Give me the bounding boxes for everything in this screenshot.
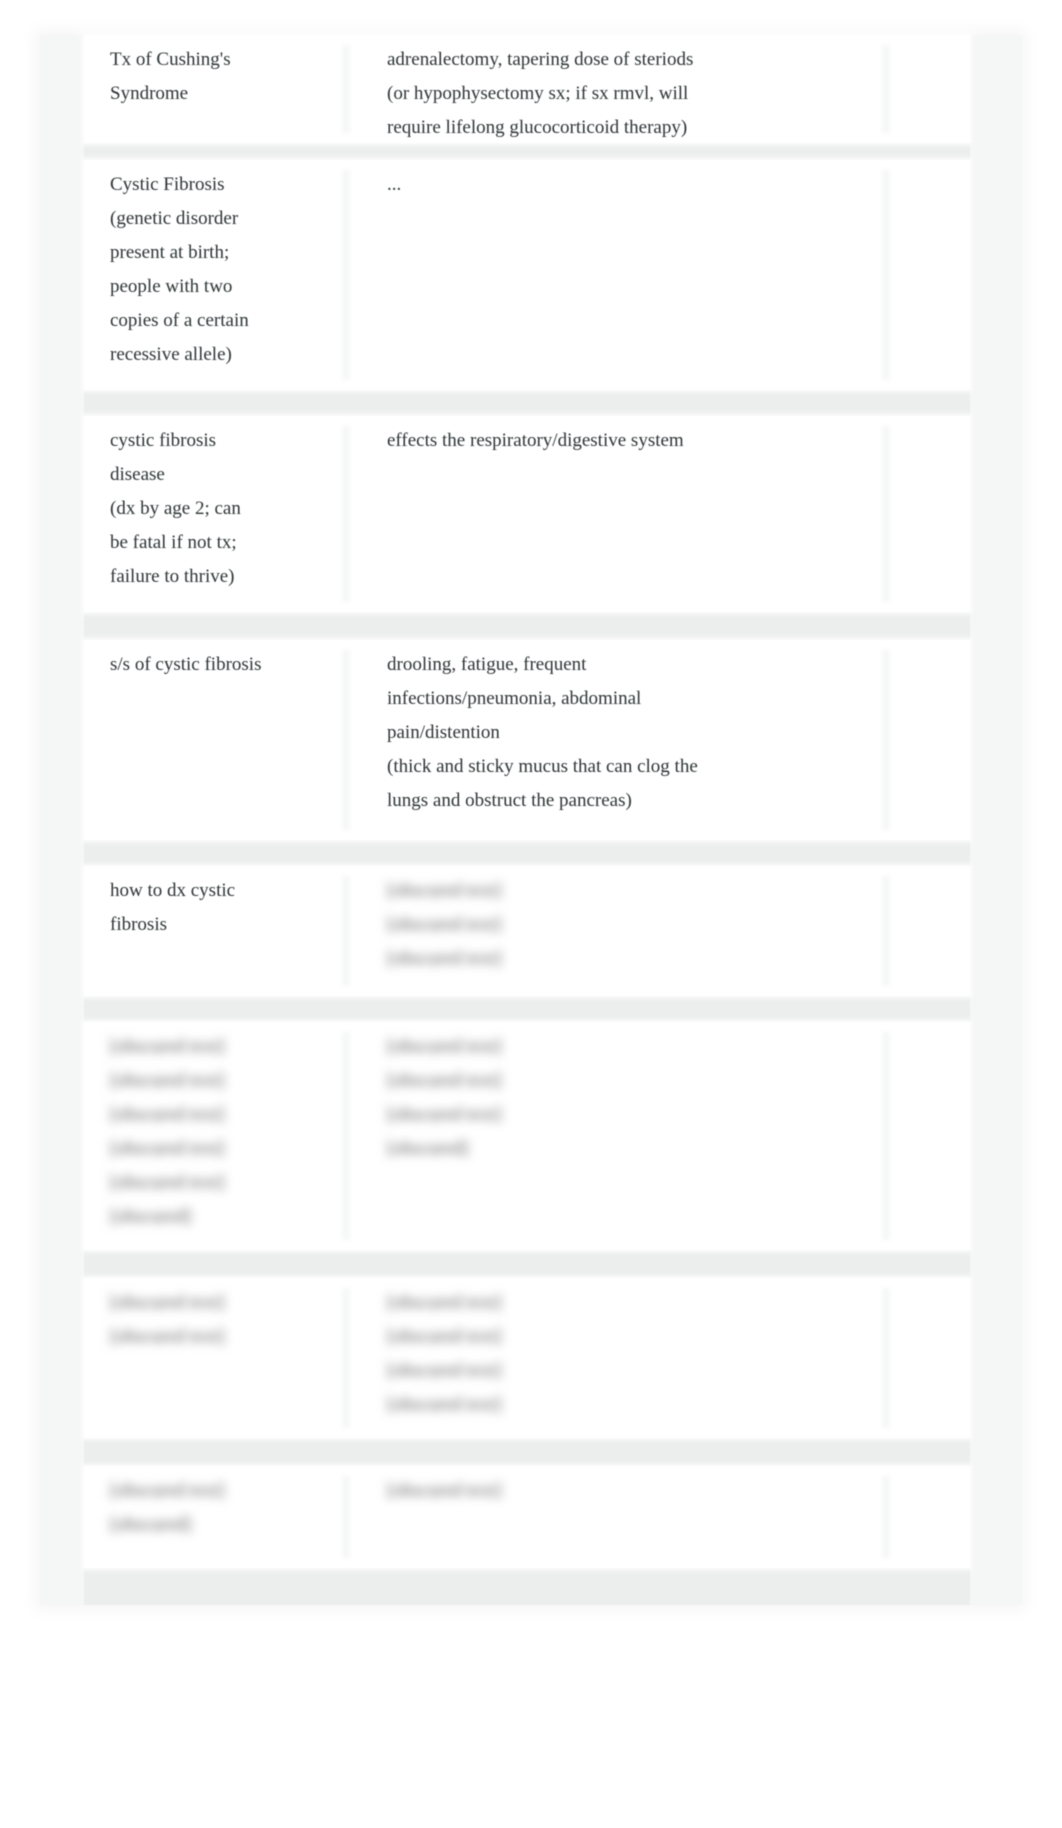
flashcard-row: Cystic Fibrosis (genetic disorder presen… [84, 160, 970, 390]
column-divider [882, 45, 890, 133]
flashcard-row-obscured: [obscured text] [obscured text] [obscure… [84, 1278, 970, 1438]
column-divider [882, 1288, 890, 1428]
column-divider [342, 426, 350, 602]
column-divider [342, 1032, 350, 1240]
column-divider [882, 426, 890, 602]
column-divider [882, 1032, 890, 1240]
flashcard-row-obscured: [obscured text] [obscured] [obscured tex… [84, 1466, 970, 1568]
flashcard-term: how to dx cystic fibrosis [110, 880, 236, 935]
flashcard-definition: ... [387, 174, 402, 195]
flashcard-definition-obscured: [obscured text] [obscured text] [obscure… [387, 1036, 502, 1159]
column-divider [342, 170, 350, 380]
column-divider [882, 170, 890, 380]
flashcard-definition-obscured: [obscured text] [obscured text] [obscure… [387, 1292, 502, 1415]
flashcard-page: Tx of Cushing's Syndrome adrenalectomy, … [40, 0, 1022, 1605]
flashcard-row: cystic fibrosis disease (dx by age 2; ca… [84, 416, 970, 612]
flashcard-definition-obscured: [obscured text] [obscured text] [obscure… [387, 880, 502, 969]
column-divider [342, 1288, 350, 1428]
flashcard-row: Tx of Cushing's Syndrome adrenalectomy, … [84, 35, 970, 143]
flashcard-definition: adrenalectomy, tapering dose of steriods… [387, 49, 694, 138]
flashcard-term: Cystic Fibrosis (genetic disorder presen… [110, 174, 249, 365]
column-divider [342, 650, 350, 830]
column-divider [882, 650, 890, 830]
flashcard-term: s/s of cystic fibrosis [110, 654, 262, 675]
flashcard-term-obscured: [obscured text] [obscured text] [obscure… [110, 1036, 225, 1227]
column-divider [342, 876, 350, 986]
flashcard-term: cystic fibrosis disease (dx by age 2; ca… [110, 430, 241, 587]
flashcard-row: s/s of cystic fibrosis drooling, fatigue… [84, 640, 970, 840]
flashcard-term: Tx of Cushing's Syndrome [110, 49, 231, 104]
flashcard-row: how to dx cystic fibrosis [obscured text… [84, 866, 970, 996]
flashcard-term-obscured: [obscured text] [obscured] [110, 1480, 225, 1535]
column-divider [342, 45, 350, 133]
column-divider [342, 1476, 350, 1558]
flashcard-definition: effects the respiratory/digestive system [387, 430, 684, 451]
flashcard-definition-obscured: [obscured text] [387, 1480, 502, 1501]
flashcard-definition: drooling, fatigue, frequent infections/p… [387, 654, 698, 811]
column-divider [882, 876, 890, 986]
flashcard-row-obscured: [obscured text] [obscured text] [obscure… [84, 1022, 970, 1250]
column-divider [882, 1476, 890, 1558]
flashcard-term-obscured: [obscured text] [obscured text] [110, 1292, 225, 1347]
